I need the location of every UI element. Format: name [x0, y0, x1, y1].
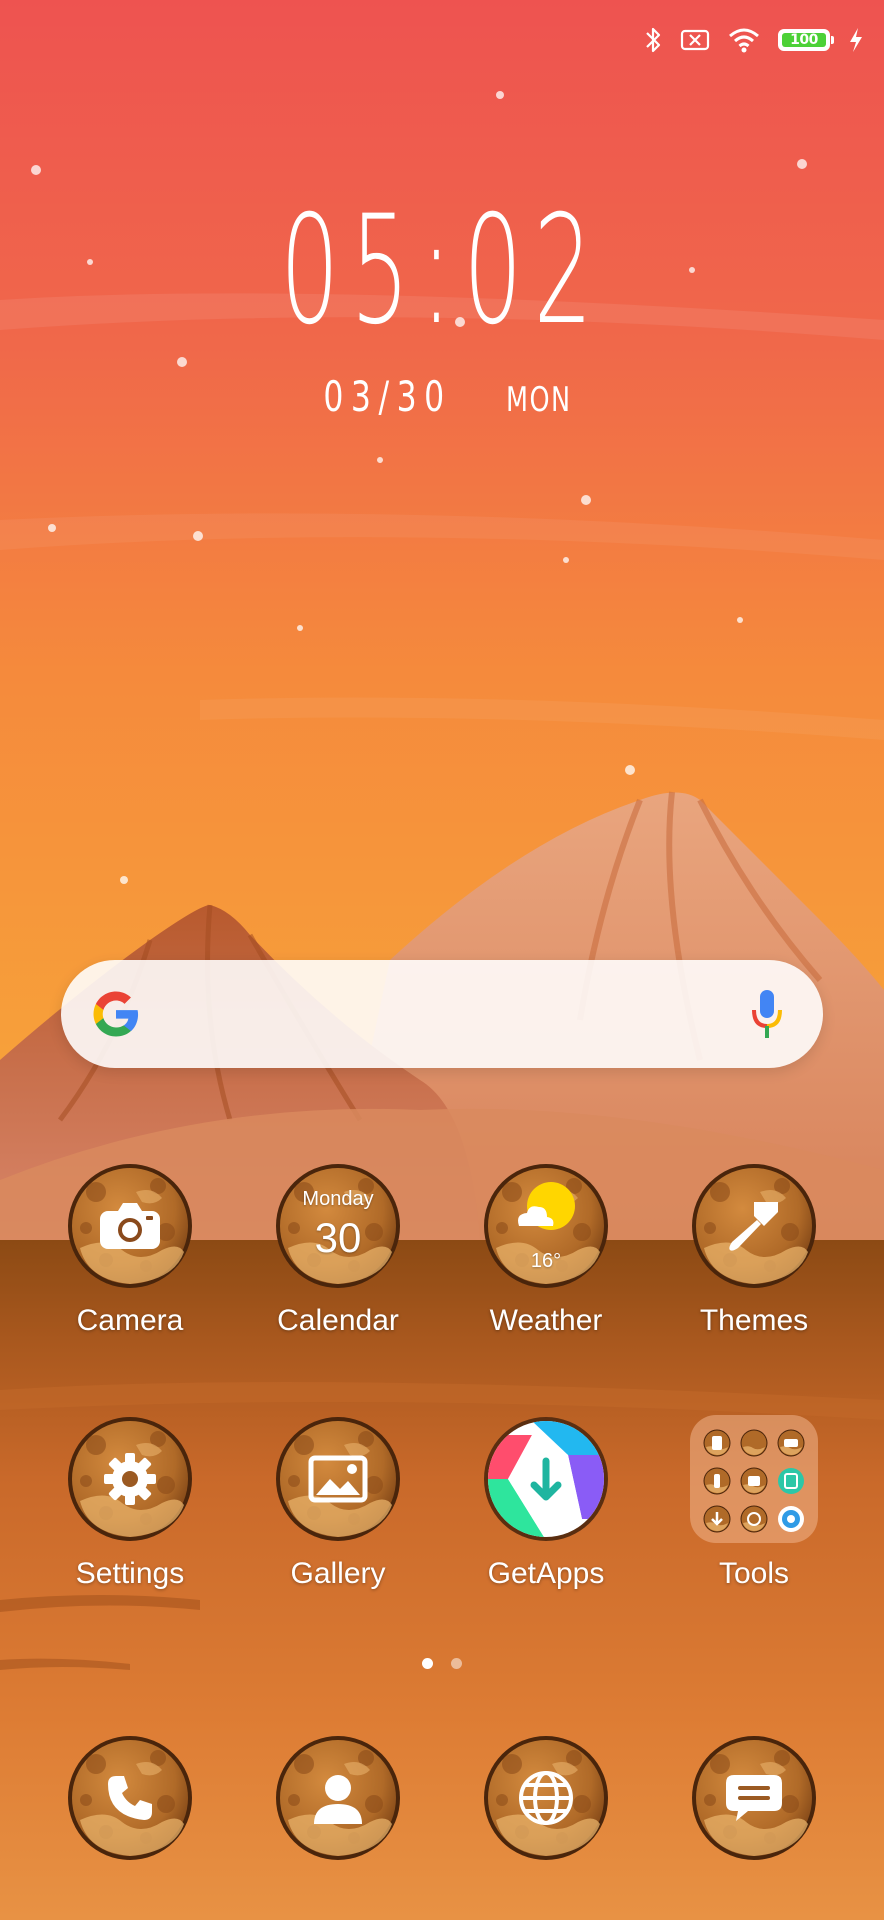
app-label: Gallery — [290, 1557, 386, 1590]
mic-icon[interactable] — [749, 988, 785, 1040]
getapps-icon — [482, 1415, 610, 1543]
messages-icon — [690, 1734, 818, 1862]
app-themes[interactable]: Themes — [664, 1162, 844, 1338]
wifi-icon — [728, 27, 760, 53]
downloads-mini-icon — [703, 1505, 731, 1533]
app-label: Themes — [699, 1304, 809, 1337]
dock-contacts[interactable] — [248, 1734, 428, 1862]
calculator-mini-icon — [703, 1429, 731, 1457]
calendar-day-name: Monday — [302, 1188, 374, 1210]
camera-icon — [66, 1162, 194, 1290]
calendar-icon: Monday 30 — [274, 1162, 402, 1290]
clock-mini-icon — [740, 1505, 768, 1533]
app-gallery[interactable]: Gallery — [248, 1415, 428, 1591]
app-calendar[interactable]: Monday 30 Calendar — [248, 1162, 428, 1338]
status-bar: 100 — [644, 22, 864, 58]
bluetooth-icon — [644, 26, 662, 54]
weather-icon: 16° — [482, 1162, 610, 1290]
clock-date-row: 03/30 MON — [0, 372, 884, 421]
browser-globe-icon — [482, 1734, 610, 1862]
no-sim-icon — [680, 28, 710, 52]
app-tools-folder[interactable]: Tools — [664, 1415, 844, 1591]
dock-phone[interactable] — [40, 1734, 220, 1862]
contacts-icon — [274, 1734, 402, 1862]
app-camera[interactable]: Camera — [40, 1162, 220, 1338]
app-label: Calendar — [277, 1304, 399, 1337]
page-dot[interactable] — [451, 1658, 462, 1669]
compass-mini-icon — [740, 1429, 768, 1457]
scanner-mini-icon — [778, 1468, 804, 1494]
app-label: GetApps — [487, 1557, 605, 1590]
dock-messages[interactable] — [664, 1734, 844, 1862]
battery-percentage: 100 — [790, 32, 818, 48]
app-label: Tools — [718, 1557, 790, 1590]
lens-mini-icon — [778, 1506, 804, 1532]
home-screen: 100 05:02 03/30 MON Camera Monday 30 Cal… — [0, 0, 884, 1920]
page-indicator[interactable] — [0, 1658, 884, 1669]
app-label: Settings — [75, 1557, 185, 1590]
app-label: Weather — [489, 1304, 603, 1337]
gear-icon — [66, 1415, 194, 1543]
phone-icon — [66, 1734, 194, 1862]
clock-day: MON — [505, 380, 572, 420]
folder-icon — [690, 1415, 818, 1543]
app-weather[interactable]: 16° Weather — [456, 1162, 636, 1338]
weather-temperature: 16° — [530, 1250, 562, 1272]
image-icon — [274, 1415, 402, 1543]
charging-icon — [848, 27, 864, 53]
app-label: Camera — [76, 1304, 184, 1337]
dock-browser[interactable] — [456, 1734, 636, 1862]
google-g-icon — [89, 987, 143, 1041]
clock-date: 03/30 — [323, 372, 452, 421]
google-search-bar[interactable] — [61, 960, 823, 1068]
cleaner-mini-icon — [703, 1467, 731, 1495]
clock-time[interactable]: 05:02 — [168, 196, 716, 346]
app-settings[interactable]: Settings — [40, 1415, 220, 1591]
app-getapps[interactable]: GetApps — [456, 1415, 636, 1591]
sun-cloud-icon — [518, 1182, 575, 1230]
paintbrush-icon — [690, 1162, 818, 1290]
battery-icon: 100 — [778, 29, 834, 51]
screen-recorder-mini-icon — [740, 1467, 768, 1495]
calendar-day-number: 30 — [314, 1214, 362, 1261]
recorder-mini-icon — [777, 1429, 805, 1457]
page-dot[interactable] — [422, 1658, 433, 1669]
